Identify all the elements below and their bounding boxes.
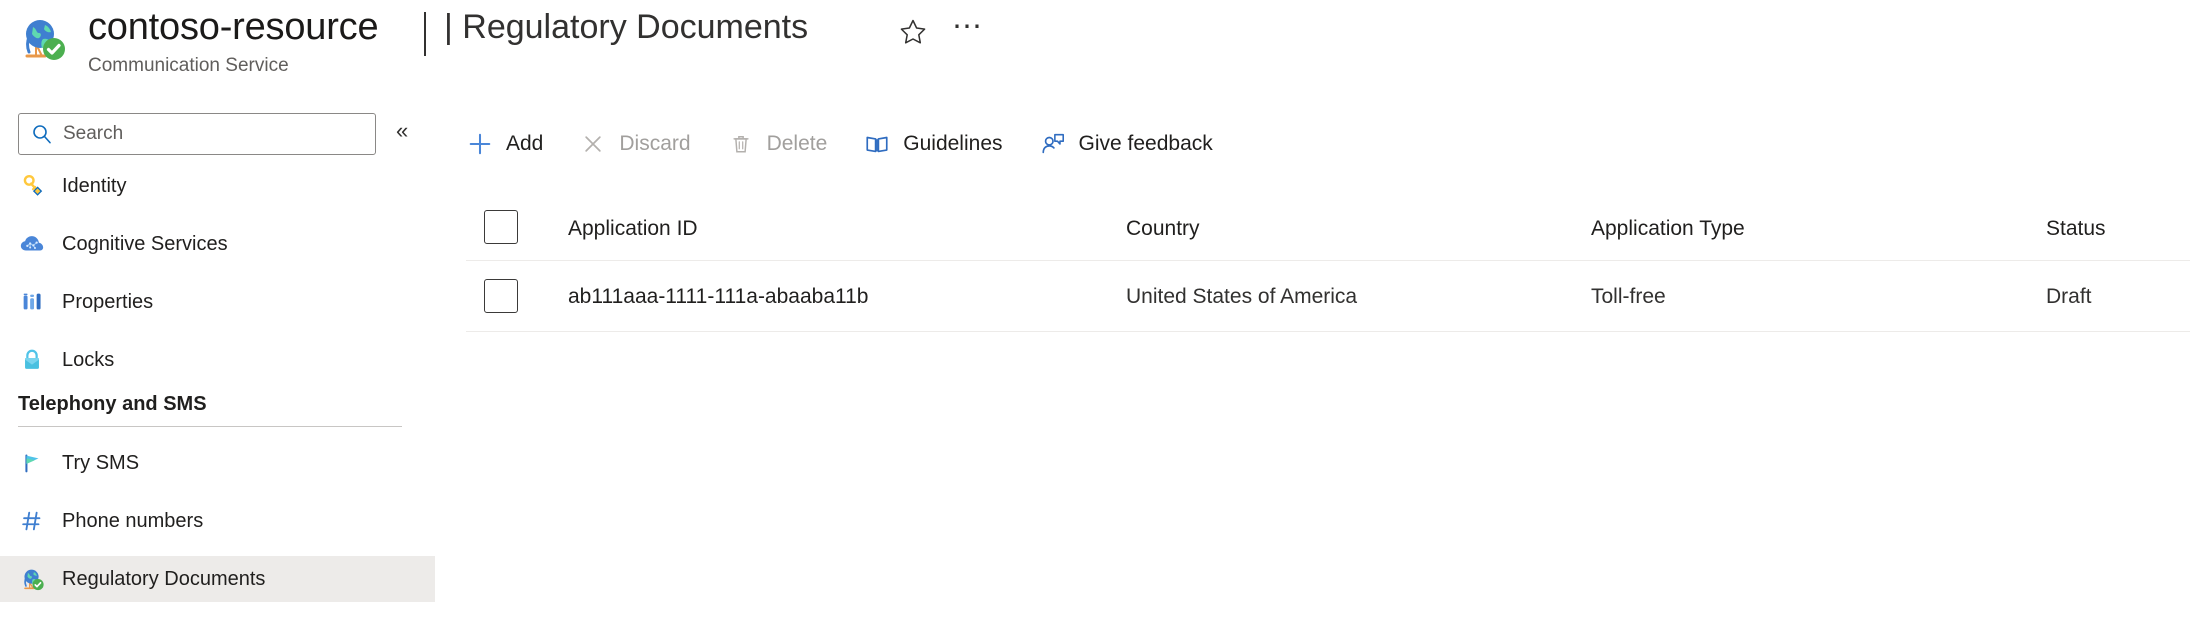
sidebar-item-identity[interactable]: Identity [0,163,435,209]
search-icon [31,123,53,145]
table-row[interactable]: ab111aaa-1111-111a-abaaba11b United Stat… [466,260,2190,332]
collapse-sidebar-button[interactable]: « [396,120,408,142]
sidebar-item-properties[interactable]: Properties [0,279,435,325]
sidebar-item-label: Cognitive Services [62,232,228,255]
azure-portal-page: contoso-resource Communication Service |… [0,0,2190,628]
lock-icon [18,346,46,374]
cell-country: United States of America [1126,285,1358,308]
cell-status: Draft [2046,285,2092,308]
page-title: | Regulatory Documents [444,8,809,46]
trash-icon [727,130,755,158]
close-icon [579,130,607,158]
globe-check-icon [16,12,68,64]
page-header: contoso-resource Communication Service |… [0,0,2190,105]
sidebar-section-divider [18,426,402,427]
sidebar-item-locks[interactable]: Locks [0,337,435,383]
give-feedback-button-label: Give feedback [1078,132,1213,155]
column-header-status[interactable]: Status [2046,217,2106,241]
search-input[interactable] [63,123,343,145]
feedback-person-icon [1039,130,1067,158]
cloud-icon [18,230,46,258]
row-checkbox[interactable] [484,279,518,313]
sidebar-item-cognitive-services[interactable]: Cognitive Services [0,221,435,267]
hash-icon [18,507,46,535]
give-feedback-button[interactable]: Give feedback [1039,118,1213,170]
key-icon [18,172,46,200]
discard-button-label: Discard [619,132,691,155]
regulatory-documents-table: Application ID Country Application Type … [466,198,2190,332]
guidelines-button[interactable]: Guidelines [863,118,1003,170]
delete-button-label: Delete [766,132,828,155]
column-header-application-type[interactable]: Application Type [1591,217,1745,241]
sidebar-item-label: Identity [62,174,127,197]
add-button-label: Add [506,132,544,155]
column-header-application-id[interactable]: Application ID [568,217,698,241]
flag-icon [18,449,46,477]
discard-button: Discard [579,118,691,170]
sidebar-item-try-sms[interactable]: Try SMS [0,440,435,486]
more-options-icon[interactable]: ⋯ [950,12,984,46]
globe-check-icon [18,565,46,593]
column-header-country[interactable]: Country [1126,217,1200,241]
sidebar-item-label: Regulatory Documents [62,567,266,590]
sidebar-item-label: Properties [62,290,154,313]
sidebar-item-label: Phone numbers [62,509,204,532]
book-icon [863,130,891,158]
cell-application-type: Toll-free [1591,285,1666,308]
command-bar: Add Discard Delete Guidelines Give feedb… [466,118,1249,170]
sidebar-item-label: Try SMS [62,451,140,474]
table-header-row: Application ID Country Application Type … [466,198,2190,260]
sidebar-item-label: Locks [62,348,115,371]
cell-application-id[interactable]: ab111aaa-1111-111a-abaaba11b [568,285,869,309]
title-divider [424,12,426,56]
delete-button: Delete [727,118,828,170]
resource-title: contoso-resource [88,6,379,48]
sidebar: « Identity [0,105,440,628]
sidebar-section-title: Telephony and SMS [18,393,207,415]
select-all-checkbox[interactable] [484,210,518,244]
resource-subtitle: Communication Service [88,55,289,76]
guidelines-button-label: Guidelines [903,132,1003,155]
bars-icon [18,288,46,316]
add-button[interactable]: Add [466,118,543,170]
search-box[interactable] [18,113,376,155]
plus-icon [466,130,494,158]
star-icon[interactable] [898,17,928,47]
sidebar-item-phone-numbers[interactable]: Phone numbers [0,498,435,544]
search-container [18,113,376,155]
sidebar-item-regulatory-documents[interactable]: Regulatory Documents [0,556,435,602]
